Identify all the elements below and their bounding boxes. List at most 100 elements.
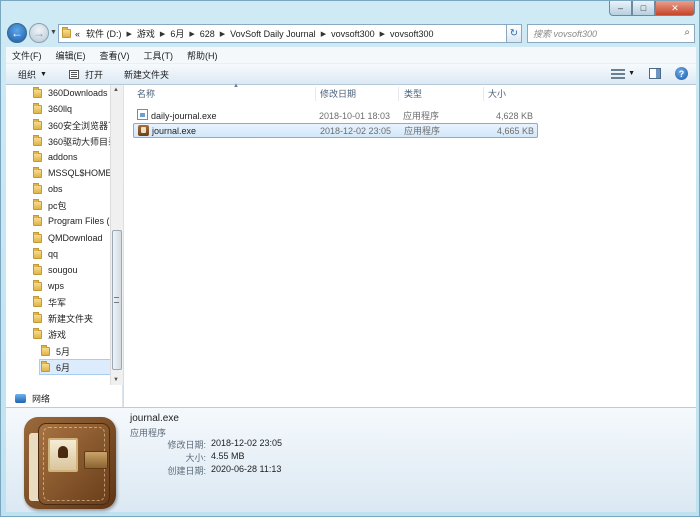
folder-icon xyxy=(33,150,42,162)
details-modified-label: 修改日期: xyxy=(167,440,206,450)
tree-item-label: 华军 xyxy=(48,297,67,308)
tree-item[interactable]: 游戏 xyxy=(33,326,66,342)
column-header-name[interactable]: 名称 xyxy=(137,87,155,101)
file-row[interactable]: daily-journal.exe 2018-10-01 18:03 应用程序 … xyxy=(133,108,538,123)
recent-pages-dropdown[interactable]: ▼ xyxy=(50,29,57,36)
scroll-down-icon[interactable]: ▼ xyxy=(113,377,119,383)
tree-item[interactable]: 360驱动大师目录 xyxy=(33,133,117,149)
back-button[interactable]: ← xyxy=(7,23,27,43)
breadcrumb-vovsoft-daily-journal[interactable]: VovSoft Daily Journal xyxy=(230,29,316,39)
tree-item-label: sougou xyxy=(48,265,78,275)
help-icon[interactable]: ? xyxy=(675,67,688,80)
sort-up-icon: ▲ xyxy=(233,83,239,89)
chevron-right-icon[interactable]: ▶ xyxy=(189,30,194,38)
tree-item[interactable]: 360安全浏览器下 xyxy=(33,117,117,133)
tree-item-network[interactable]: 网络 xyxy=(15,392,50,405)
details-size-label: 大小: xyxy=(185,453,206,463)
tree-item[interactable]: 新建文件夹 xyxy=(33,310,93,326)
tree-item[interactable]: wps xyxy=(33,278,64,294)
forward-button[interactable]: → xyxy=(29,23,49,43)
file-name: daily-journal.exe xyxy=(151,110,217,121)
address-bar[interactable]: « 软件 (D:) ▶ 游戏 ▶ 6月 ▶ 628 ▶ VovSoft Dail… xyxy=(58,24,520,43)
breadcrumb-drive[interactable]: 软件 (D:) xyxy=(86,27,122,40)
organize-button[interactable]: 组织 ▼ xyxy=(18,68,47,81)
details-created-value: 2020-06-28 11:13 xyxy=(211,464,282,474)
open-label: 打开 xyxy=(84,69,103,80)
tree-item[interactable]: MSSQL$HOME xyxy=(33,165,112,181)
new-folder-label: 新建文件夹 xyxy=(123,69,169,80)
chevron-right-icon[interactable]: ▶ xyxy=(380,30,385,38)
folder-icon xyxy=(33,134,42,146)
column-divider[interactable] xyxy=(398,87,399,101)
details-file-name: journal.exe xyxy=(130,413,179,424)
preview-pane-icon[interactable] xyxy=(649,68,661,79)
menu-tools[interactable]: 工具(T) xyxy=(144,49,174,62)
menu-file[interactable]: 文件(F) xyxy=(12,49,42,62)
file-date: 2018-10-01 18:03 xyxy=(319,110,391,121)
explorer-window: – □ ✕ ← → ▼ « 软件 (D:) ▶ 游戏 ▶ 6月 ▶ 628 ▶ … xyxy=(0,0,700,517)
tree-item-label: wps xyxy=(48,281,65,291)
tree-item[interactable]: obs xyxy=(33,181,63,197)
journal-app-icon xyxy=(138,125,149,136)
new-folder-button[interactable]: 新建文件夹 xyxy=(124,68,169,81)
tree-item[interactable]: 5月 xyxy=(41,343,70,359)
details-pane: journal.exe 应用程序 修改日期: 2018-12-02 23:05 … xyxy=(6,407,696,512)
tree-item[interactable]: 华军 xyxy=(33,294,66,310)
minimize-button[interactable]: – xyxy=(609,1,632,16)
refresh-button[interactable]: ↻ xyxy=(506,24,522,43)
chevron-right-icon[interactable]: ▶ xyxy=(220,30,225,38)
maximize-button[interactable]: □ xyxy=(632,1,655,16)
breadcrumb-june[interactable]: 6月 xyxy=(170,27,184,40)
menu-edit[interactable]: 编辑(E) xyxy=(56,49,86,62)
window-controls: – □ ✕ xyxy=(609,1,695,16)
chevron-down-icon: ▼ xyxy=(40,70,47,78)
breadcrumb-overflow[interactable]: « xyxy=(75,29,80,39)
column-header-date[interactable]: 修改日期 xyxy=(320,87,356,101)
tree-item[interactable]: sougou xyxy=(33,262,78,278)
folder-icon xyxy=(33,231,42,243)
breadcrumb-games[interactable]: 游戏 xyxy=(137,27,155,40)
view-options-icon[interactable] xyxy=(611,68,626,79)
tree-item[interactable]: addons xyxy=(33,149,78,165)
column-divider[interactable] xyxy=(483,87,484,101)
tree-item[interactable]: pc包 xyxy=(33,197,67,213)
menu-help[interactable]: 帮助(H) xyxy=(187,49,218,62)
folder-icon xyxy=(62,27,71,38)
tree-item-selected[interactable]: 6月 xyxy=(39,359,115,375)
chevron-right-icon[interactable]: ▶ xyxy=(127,30,132,38)
close-button[interactable]: ✕ xyxy=(655,1,695,16)
details-size-value: 4.55 MB xyxy=(211,451,245,461)
arrow-right-icon: → xyxy=(33,26,45,40)
details-modified-value: 2018-12-02 23:05 xyxy=(211,438,283,448)
folder-icon xyxy=(33,295,42,307)
tree-item-label: 游戏 xyxy=(48,329,67,340)
scroll-up-icon[interactable]: ▲ xyxy=(113,87,119,93)
tree-item[interactable]: Program Files ( xyxy=(33,213,110,229)
tree-item[interactable]: 360llq xyxy=(33,101,72,117)
chevron-down-icon[interactable]: ▼ xyxy=(628,70,635,77)
breadcrumb-vovsoft300-current[interactable]: vovsoft300 xyxy=(390,29,434,39)
file-row-selected[interactable]: journal.exe 2018-12-02 23:05 应用程序 4,665 … xyxy=(133,123,538,138)
chevron-right-icon[interactable]: ▶ xyxy=(321,30,326,38)
scrollbar-grip xyxy=(114,297,119,303)
tree-item[interactable]: qq xyxy=(33,246,58,262)
tree-item[interactable]: 360Downloads xyxy=(33,85,108,101)
column-header-size[interactable]: 大小 xyxy=(488,87,506,101)
tree-item[interactable]: QMDownload xyxy=(33,230,103,246)
breadcrumb-vovsoft300[interactable]: vovsoft300 xyxy=(331,29,375,39)
exe-file-icon xyxy=(137,109,148,120)
folder-icon xyxy=(33,86,42,98)
tree-item-label: qq xyxy=(48,249,59,259)
chevron-right-icon[interactable]: ▶ xyxy=(160,30,165,38)
open-button[interactable]: 打开 xyxy=(68,68,103,81)
tree-item-label: pc包 xyxy=(48,200,67,211)
network-label: 网络 xyxy=(32,394,51,404)
breadcrumb-628[interactable]: 628 xyxy=(200,29,215,39)
tree-scrollbar[interactable]: ▲ ▼ xyxy=(110,85,123,385)
column-divider[interactable] xyxy=(315,87,316,101)
search-input[interactable] xyxy=(528,25,668,42)
column-header-type[interactable]: 类型 xyxy=(404,87,422,101)
search-icon[interactable]: ⌕ xyxy=(684,27,690,38)
menu-view[interactable]: 查看(V) xyxy=(100,49,130,62)
network-icon xyxy=(15,394,26,403)
